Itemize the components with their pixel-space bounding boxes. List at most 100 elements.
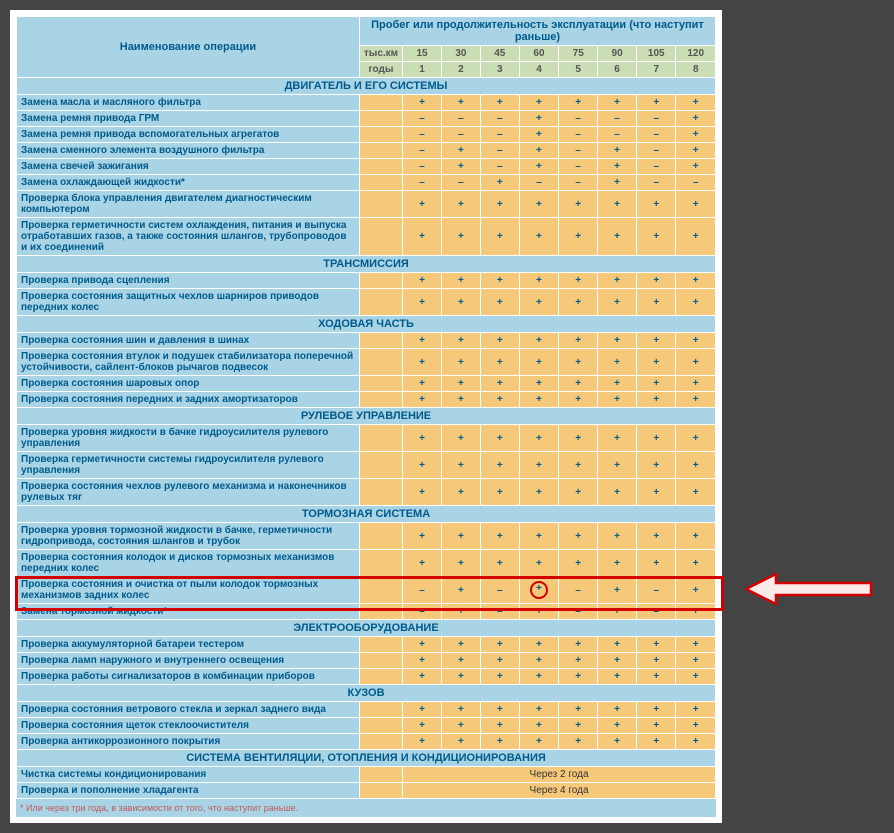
value-cell: + [676,718,716,734]
value-cell: + [441,143,480,159]
value-cell: + [519,577,559,604]
value-cell: + [598,349,637,376]
spacer-cell [359,191,402,218]
table-row: Замена ремня привода вспомогательных агр… [17,127,716,143]
value-cell: – [559,143,598,159]
value-cell: + [441,349,480,376]
value-cell: + [598,523,637,550]
table-row: Проверка блока управления двигателем диа… [17,191,716,218]
header-year-col: 6 [598,62,637,78]
value-cell: + [403,218,442,256]
section-header: Ходовая часть [17,316,716,333]
value-cell: – [403,175,442,191]
value-cell: + [441,333,480,349]
value-cell: + [480,273,519,289]
circled-value: + [530,581,548,599]
value-cell: + [480,392,519,408]
value-cell: + [519,376,559,392]
value-cell: + [676,637,716,653]
value-cell: + [403,550,442,577]
value-cell: + [519,333,559,349]
operation-name: Проверка аккумуляторной батареи тестером [17,637,360,653]
value-cell: + [559,523,598,550]
value-cell: + [480,376,519,392]
value-cell: + [559,653,598,669]
value-cell: + [676,734,716,750]
value-cell: + [598,175,637,191]
value-cell: + [676,669,716,685]
table-row: Проверка состояния и очистка от пыли кол… [17,577,716,604]
value-cell: + [676,95,716,111]
operation-name: Проверка состояния и очистка от пыли кол… [17,577,360,604]
operation-name: Проверка состояния защитных чехлов шарни… [17,289,360,316]
spacer-cell [359,289,402,316]
value-cell: + [480,191,519,218]
value-cell: – [403,577,442,604]
spacer-cell [359,175,402,191]
value-cell: + [637,425,676,452]
operation-name: Замена свечей зажигания [17,159,360,175]
operation-name: Проверка уровня тормозной жидкости в бач… [17,523,360,550]
value-cell: + [519,392,559,408]
value-cell: + [559,376,598,392]
value-cell: – [559,604,598,620]
value-cell: + [598,425,637,452]
value-cell: + [676,604,716,620]
value-cell: + [637,718,676,734]
value-cell: + [676,376,716,392]
value-cell: + [676,159,716,175]
maintenance-table: Наименование операции Пробег или продолж… [16,16,716,799]
value-cell: + [519,127,559,143]
spacer-cell [359,637,402,653]
value-cell: + [598,604,637,620]
table-row: Проверка состояния ветрового стекла и зе… [17,702,716,718]
value-cell: + [637,191,676,218]
operation-name: Проверка состояния шаровых опор [17,376,360,392]
value-cell: + [598,218,637,256]
header-km-col: 30 [441,46,480,62]
value-cell: + [559,452,598,479]
value-cell: + [519,289,559,316]
value-cell: + [559,333,598,349]
table-row: Проверка состояния шин и давления в шина… [17,333,716,349]
operation-name: Замена ремня привода вспомогательных агр… [17,127,360,143]
table-row: Замена сменного элемента воздушного филь… [17,143,716,159]
value-cell: – [480,577,519,604]
value-cell: + [519,653,559,669]
value-cell: + [441,289,480,316]
spacer-cell [359,718,402,734]
value-cell: + [480,637,519,653]
spacer-cell [359,669,402,685]
table-row: Проверка аккумуляторной батареи тестером… [17,637,716,653]
value-cell: + [480,289,519,316]
header-year-col: 3 [480,62,519,78]
value-cell: + [441,734,480,750]
value-cell: + [519,95,559,111]
table-row: Проверка состояния колодок и дисков торм… [17,550,716,577]
value-cell: + [559,702,598,718]
header-years: годы [359,62,402,78]
value-cell: + [480,734,519,750]
value-cell: – [598,111,637,127]
table-row: Проверка герметичности системы гидроусил… [17,452,716,479]
value-cell: + [519,479,559,506]
value-cell: + [519,191,559,218]
value-cell: + [676,479,716,506]
merged-cell: Через 2 года [403,767,716,783]
value-cell: + [559,637,598,653]
value-cell: + [598,653,637,669]
value-cell: + [676,333,716,349]
value-cell: – [403,127,442,143]
value-cell: + [559,550,598,577]
value-cell: + [441,653,480,669]
value-cell: – [637,604,676,620]
value-cell: + [441,637,480,653]
spacer-cell [359,767,402,783]
header-year-col: 7 [637,62,676,78]
operation-name: Проверка антикоррозионного покрытия [17,734,360,750]
value-cell: + [637,376,676,392]
value-cell: + [403,392,442,408]
value-cell: + [598,333,637,349]
value-cell: + [441,523,480,550]
value-cell: + [403,376,442,392]
